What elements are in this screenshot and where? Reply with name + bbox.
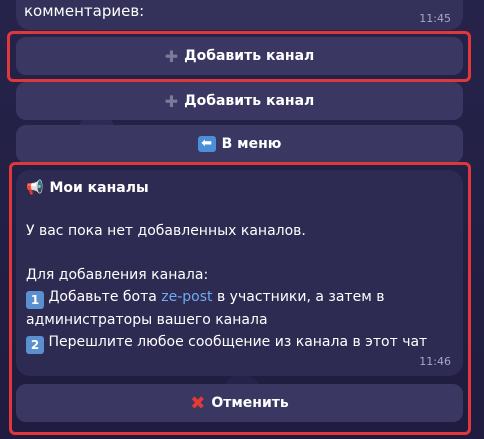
back-arrow-icon: ⬅ bbox=[197, 136, 216, 152]
previous-message-text: комментариев: bbox=[24, 2, 145, 20]
highlight-box-add-channel bbox=[7, 31, 471, 82]
previous-message-time: 11:45 bbox=[419, 12, 451, 25]
highlight-box-message bbox=[9, 162, 471, 435]
previous-message-bubble: комментариев: 11:45 bbox=[16, 0, 463, 30]
plus-icon: ✚ bbox=[164, 91, 179, 111]
add-channel-button-2[interactable]: ✚ Добавить канал bbox=[16, 82, 463, 120]
back-to-menu-label: В меню bbox=[221, 136, 282, 152]
back-to-menu-button[interactable]: ⬅ В меню bbox=[16, 125, 463, 163]
add-channel-label-2: Добавить канал bbox=[184, 93, 315, 109]
